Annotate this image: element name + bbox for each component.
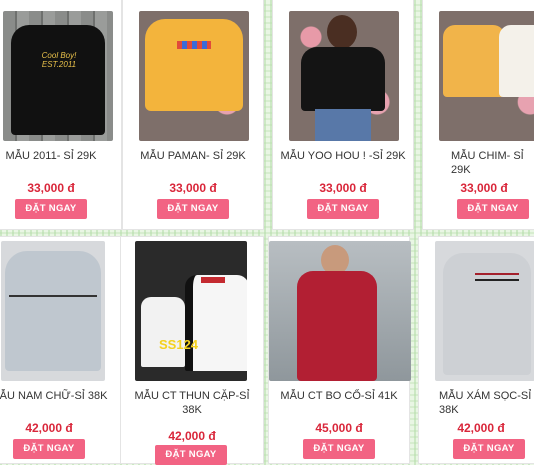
tshirt-print-logo: Cool Boy! EST.2011 bbox=[41, 51, 77, 69]
grey-henley-image bbox=[443, 253, 531, 375]
product-image[interactable] bbox=[289, 11, 399, 141]
product-image[interactable] bbox=[439, 11, 534, 141]
product-price: 33,000 đ bbox=[319, 181, 367, 195]
product-name[interactable]: MẪU CT BO CỔ-SỈ 41K bbox=[269, 389, 409, 403]
product-price: 33,000 đ bbox=[27, 181, 75, 195]
grey-polo-image bbox=[5, 251, 101, 371]
product-price: 42,000 đ bbox=[168, 429, 216, 443]
product-price: 33,000 đ bbox=[169, 181, 217, 195]
order-now-button[interactable]: ĐẶT NGAY bbox=[13, 439, 85, 459]
yellow-tshirt-image bbox=[145, 19, 243, 111]
white-shirt-man bbox=[185, 275, 247, 371]
product-image[interactable]: Cool Boy! EST.2011 bbox=[3, 11, 113, 141]
order-now-button[interactable]: ĐẶT NGAY bbox=[307, 199, 379, 219]
order-now-button[interactable]: ĐẶT NGAY bbox=[303, 439, 375, 459]
white-tshirt-image bbox=[499, 25, 534, 97]
polo-stripe bbox=[9, 295, 97, 297]
black-tshirt-image bbox=[301, 47, 385, 111]
product-card[interactable]: MẪU XÁM SỌC-SỈ 38K 42,000 đ ĐẶT NGAY bbox=[418, 236, 534, 464]
red-polo-image bbox=[297, 271, 377, 381]
collar-red bbox=[201, 277, 225, 283]
product-card[interactable]: Cool Boy! EST.2011 MẪU 2011- SỈ 29K 33,0… bbox=[0, 0, 122, 230]
order-now-button[interactable]: ĐẶT NGAY bbox=[155, 445, 227, 465]
product-card[interactable]: MẪU CT BO CỔ-SỈ 41K 45,000 đ ĐẶT NGAY bbox=[268, 236, 411, 464]
product-image[interactable] bbox=[269, 241, 411, 381]
jeans bbox=[315, 109, 371, 141]
product-price: 42,000 đ bbox=[457, 421, 505, 435]
order-now-button[interactable]: ĐẶT NGAY bbox=[457, 199, 529, 219]
order-now-button[interactable]: ĐẶT NGAY bbox=[453, 439, 525, 459]
tshirt-print bbox=[177, 41, 211, 49]
product-card[interactable]: MẪU YOO HOU ! -SỈ 29K 33,000 đ ĐẶT NGAY bbox=[272, 0, 414, 230]
product-image[interactable] bbox=[1, 241, 105, 381]
product-name[interactable]: MẪU CHIM- SỈ 29K bbox=[445, 149, 534, 177]
order-now-button[interactable]: ĐẶT NGAY bbox=[157, 199, 229, 219]
product-name[interactable]: MẪU PAMAN- SỈ 29K bbox=[123, 149, 263, 163]
model-head bbox=[327, 15, 357, 49]
product-card[interactable]: SS124 MẪU CT THUN CẶP-SỈ 38K 42,000 đ ĐẶ… bbox=[120, 236, 264, 465]
product-name[interactable]: MẪU 2011- SỈ 29K bbox=[0, 149, 121, 163]
product-card[interactable]: MẪU NAM CHỮ-SỈ 38K 42,000 đ ĐẶT NGAY bbox=[0, 236, 124, 464]
black-tshirt-image bbox=[11, 25, 105, 135]
product-card[interactable]: MẪU CHIM- SỈ 29K 33,000 đ ĐẶT NGAY bbox=[422, 0, 534, 230]
yellow-tshirt-image bbox=[443, 25, 505, 97]
product-code-badge: SS124 bbox=[159, 337, 199, 352]
stripe-black bbox=[475, 279, 519, 281]
product-price: 45,000 đ bbox=[315, 421, 363, 435]
product-image[interactable]: SS124 bbox=[135, 241, 247, 381]
product-name[interactable]: MẪU YOO HOU ! -SỈ 29K bbox=[273, 149, 413, 163]
product-card[interactable]: MẪU PAMAN- SỈ 29K 33,000 đ ĐẶT NGAY bbox=[122, 0, 264, 230]
product-image[interactable] bbox=[435, 241, 534, 381]
stripe-red bbox=[475, 273, 519, 275]
product-name[interactable]: MẪU NAM CHỮ-SỈ 38K bbox=[0, 389, 123, 403]
order-now-button[interactable]: ĐẶT NGAY bbox=[15, 199, 87, 219]
white-shirt-woman bbox=[141, 297, 185, 367]
product-price: 42,000 đ bbox=[25, 421, 73, 435]
product-price: 33,000 đ bbox=[460, 181, 508, 195]
product-name[interactable]: MẪU CT THUN CẶP-SỈ 38K bbox=[121, 389, 263, 417]
product-name[interactable]: MẪU XÁM SỌC-SỈ 38K bbox=[433, 389, 534, 417]
product-image[interactable] bbox=[139, 11, 249, 141]
